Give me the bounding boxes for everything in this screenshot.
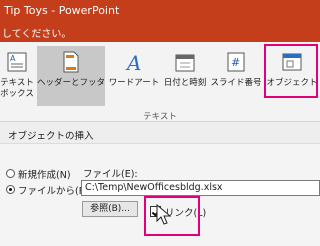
title-bar: Tip Toys - PowerPoint	[0, 0, 320, 22]
dialog-title: オブジェクトの挿入	[8, 131, 94, 142]
link-checkbox-highlight	[144, 196, 200, 236]
textbox-label-2: ボックス	[0, 89, 34, 99]
file-field-label: ファイル(E):	[83, 169, 138, 180]
wordart-icon: A	[125, 51, 141, 74]
create-new-label[interactable]: 新規作成(N)	[18, 167, 71, 181]
textbox-icon: A	[7, 52, 27, 72]
tell-me-bar[interactable]: してください。	[0, 22, 320, 42]
header-footer-label: ヘッダーとフッター	[37, 78, 105, 88]
object-button-highlight	[264, 44, 318, 98]
wordart-button[interactable]: A ワードアート	[108, 46, 160, 106]
date-time-label: 日付と時刻	[163, 78, 207, 88]
slide-number-icon: #	[227, 52, 245, 72]
browse-button[interactable]: 参照(B)...	[82, 201, 138, 217]
slide-number-label: スライド番号	[210, 78, 262, 88]
date-time-icon	[175, 54, 195, 72]
from-file-radio[interactable]	[6, 185, 15, 194]
svg-text:A: A	[10, 54, 16, 63]
create-new-radio[interactable]	[6, 169, 15, 178]
slide-number-button[interactable]: # スライド番号	[210, 46, 262, 106]
date-time-button[interactable]: 日付と時刻	[160, 46, 210, 106]
svg-text:#: #	[231, 56, 240, 69]
header-footer-button[interactable]: ヘッダーとフッター	[37, 46, 105, 106]
file-path-input[interactable]: C:\Temp\NewOfficesbldg.xlsx	[81, 180, 320, 196]
textbox-label: テキスト	[0, 78, 34, 88]
ribbon-group-label: テキスト	[143, 112, 177, 122]
dialog-header: オブジェクトの挿入	[0, 122, 320, 144]
svg-text:A: A	[125, 51, 141, 74]
from-file-label[interactable]: ファイルから(F)	[18, 183, 88, 197]
textbox-button[interactable]: A テキスト ボックス	[0, 46, 34, 106]
mouse-cursor-icon	[156, 204, 172, 225]
header-footer-icon	[63, 51, 79, 73]
tell-me-text: してください。	[2, 29, 72, 40]
wordart-label: ワードアート	[108, 78, 160, 88]
window-title: Tip Toys - PowerPoint	[4, 4, 120, 17]
